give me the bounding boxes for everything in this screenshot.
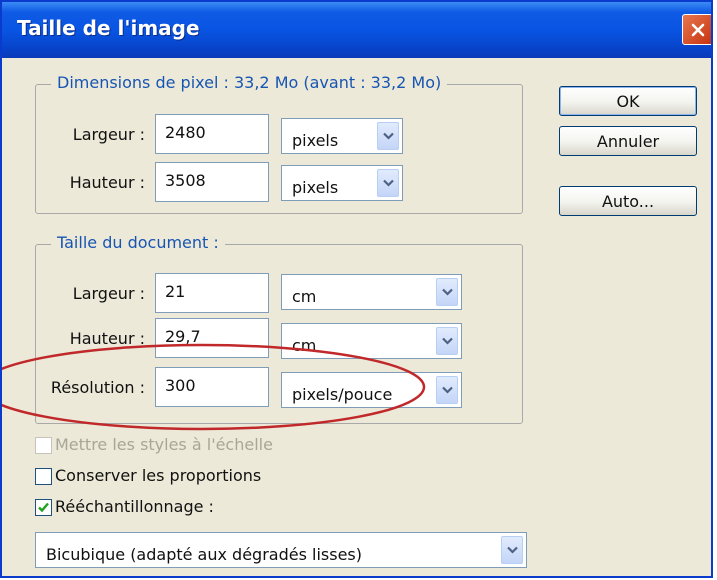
document-width-unit-dropdown-button[interactable] (436, 278, 458, 306)
chevron-down-icon (441, 337, 453, 345)
chevron-down-icon (506, 546, 518, 554)
chevron-down-icon (382, 179, 394, 187)
ok-button[interactable]: OK (559, 86, 697, 116)
resample-method-select[interactable]: Bicubique (adapté aux dégradés lisses) (35, 532, 527, 568)
chevron-down-icon (441, 288, 453, 296)
scale-styles-label: Mettre les styles à l'échelle (55, 435, 273, 454)
document-width-unit-select[interactable]: cm (281, 274, 462, 310)
chevron-down-icon (441, 386, 453, 394)
image-size-dialog: Taille de l'image Dimensions de pixel : … (0, 0, 713, 578)
resample-method-dropdown-button[interactable] (501, 536, 523, 564)
cancel-button[interactable]: Annuler (559, 126, 697, 156)
resolution-unit-dropdown-button[interactable] (436, 376, 458, 404)
pixel-width-input[interactable]: 2480 (155, 114, 269, 154)
document-width-input[interactable]: 21 (155, 273, 269, 313)
resample-label: Rééchantillonnage : (55, 497, 214, 516)
pixel-width-label: Largeur : (72, 125, 145, 144)
resolution-input[interactable]: 300 (155, 367, 269, 407)
chevron-down-icon (382, 132, 394, 140)
pixel-width-unit-value: pixels (292, 131, 339, 150)
pixel-width-unit-dropdown-button[interactable] (377, 122, 399, 150)
pixel-height-label: Hauteur : (69, 173, 145, 192)
document-height-input[interactable]: 29,7 (155, 318, 269, 358)
checkmark-icon (38, 502, 49, 513)
pixel-height-input[interactable]: 3508 (155, 162, 269, 202)
resample-checkbox[interactable] (35, 499, 52, 516)
document-size-legend: Taille du document : (51, 233, 225, 252)
resolution-unit-select[interactable]: pixels/pouce (281, 372, 462, 408)
auto-button[interactable]: Auto... (559, 186, 697, 216)
pixel-height-unit-dropdown-button[interactable] (377, 169, 399, 197)
pixel-height-unit-select[interactable]: pixels (281, 165, 403, 201)
document-width-label: Largeur : (72, 284, 145, 303)
pixel-height-unit-value: pixels (292, 178, 339, 197)
dialog-title: Taille de l'image (17, 16, 200, 40)
pixel-dimensions-legend: Dimensions de pixel : 33,2 Mo (avant : 3… (51, 73, 448, 92)
document-height-unit-select[interactable]: cm (281, 323, 462, 359)
resample-method-value: Bicubique (adapté aux dégradés lisses) (46, 545, 362, 564)
title-bar[interactable]: Taille de l'image (2, 2, 711, 58)
constrain-proportions-label: Conserver les proportions (55, 466, 262, 485)
document-height-unit-value: cm (292, 336, 317, 355)
document-height-label: Hauteur : (69, 329, 145, 348)
document-height-unit-dropdown-button[interactable] (436, 327, 458, 355)
document-width-unit-value: cm (292, 287, 317, 306)
resolution-unit-value: pixels/pouce (292, 385, 393, 404)
resolution-label: Résolution : (50, 378, 145, 397)
pixel-dimensions-group (35, 84, 523, 214)
constrain-proportions-checkbox[interactable] (35, 468, 52, 485)
pixel-width-unit-select[interactable]: pixels (281, 118, 403, 154)
close-icon (691, 23, 704, 36)
close-button[interactable] (682, 14, 711, 45)
scale-styles-checkbox[interactable] (35, 437, 52, 454)
